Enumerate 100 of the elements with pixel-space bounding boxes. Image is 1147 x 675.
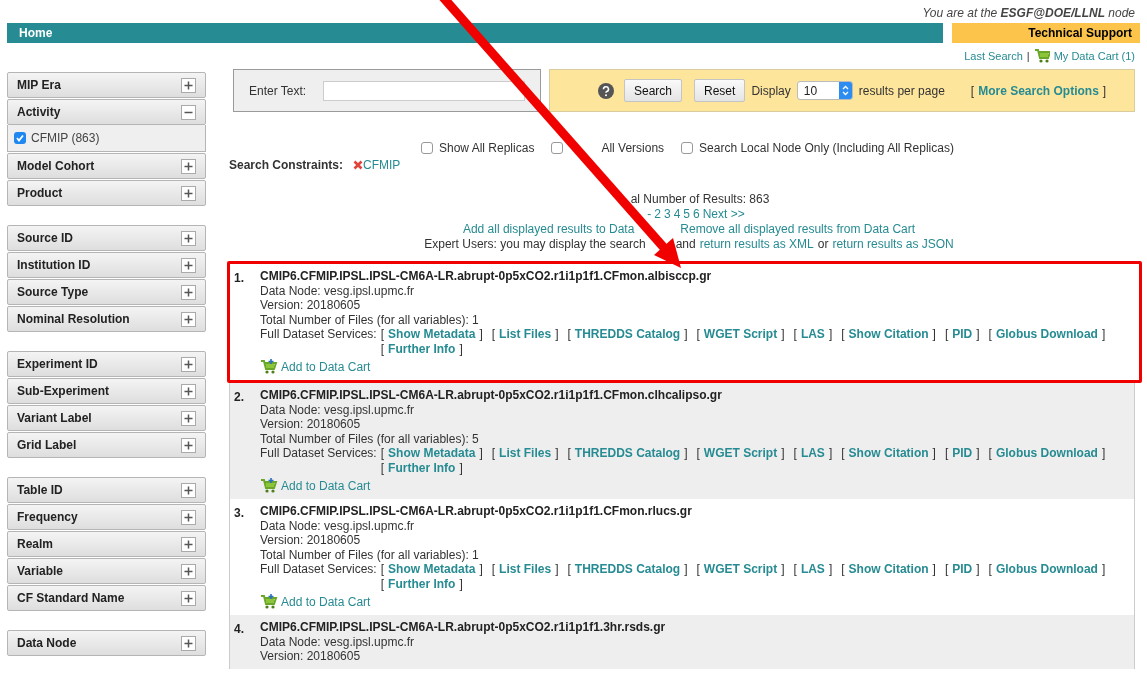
facet-header[interactable]: Product [7, 180, 206, 206]
facet-header[interactable]: Frequency [7, 504, 206, 530]
checkbox[interactable] [421, 142, 433, 154]
service-link[interactable]: Show Metadata [388, 562, 476, 577]
reset-button[interactable]: Reset [694, 79, 746, 102]
service-link[interactable]: Show Citation [848, 446, 929, 461]
home-link[interactable]: Home [19, 24, 53, 42]
dataset-title[interactable]: CMIP6.CFMIP.IPSL.IPSL-CM6A-LR.abrupt-0p5xCO2.r1i1p1f1.3hr.rsds.gr [260, 620, 666, 635]
dataset-title[interactable]: CMIP6.CFMIP.IPSL.IPSL-CM6A-LR.abrupt-0p5xCO2.r1i1p1f1.CFmon.clhcalipso.gr [260, 388, 1111, 403]
service-link[interactable]: Show Metadata [388, 327, 476, 342]
service-link[interactable]: THREDDS Catalog [574, 562, 681, 577]
bracket: [ [841, 446, 845, 461]
service-link[interactable]: THREDDS Catalog [574, 327, 681, 342]
page-link[interactable]: 4 [673, 207, 681, 222]
export-link[interactable]: return results as JSON [832, 237, 954, 252]
facet-header[interactable]: Variant Label [7, 405, 206, 431]
bracket: ] [932, 446, 936, 461]
facet-header[interactable]: Institution ID [7, 252, 206, 278]
service-link[interactable]: Further Info [388, 576, 456, 591]
service-link[interactable]: Show Metadata [388, 446, 476, 461]
collapse-icon [181, 104, 196, 120]
checkbox[interactable] [551, 142, 564, 154]
facet-header[interactable]: MIP Era [7, 72, 206, 98]
cart-action-link[interactable]: Add all displayed results to Data [462, 222, 665, 237]
checkbox[interactable] [14, 132, 26, 144]
bracket: ] [1101, 327, 1106, 342]
facet-header[interactable]: Sub-Experiment [7, 378, 206, 404]
facet-header[interactable]: Source Type [7, 279, 206, 305]
checkbox[interactable] [681, 142, 694, 154]
constraint-link[interactable]: CFMIP [353, 156, 401, 174]
dataset-title[interactable]: CMIP6.CFMIP.IPSL.IPSL-CM6A-LR.abrupt-0p5xCO2.r1i1p1f1.CFmon.rlucs.gr [260, 504, 1111, 519]
technical-support-link[interactable]: Technical Support [952, 23, 1140, 43]
bracket: ] [555, 562, 559, 577]
data-cart-link[interactable]: My Data Cart (1) [1053, 47, 1135, 65]
service-link[interactable]: THREDDS Catalog [574, 446, 681, 461]
facet-header[interactable]: Model Cohort [7, 153, 206, 179]
dataset-title[interactable]: CMIP6.CFMIP.IPSL.IPSL-CM6A-LR.abrupt-0p5xCO2.r1i1p1f1.CFmon.albisccp.gr [260, 269, 1111, 284]
service-link[interactable]: PID [952, 327, 973, 342]
facet-header[interactable]: Grid Label [7, 432, 206, 458]
service-link[interactable]: Further Info [388, 460, 456, 475]
page-link[interactable]: 6 [693, 207, 700, 222]
result-index: 2. [234, 389, 245, 406]
service-link[interactable]: PID [952, 446, 973, 461]
facet-header[interactable]: CF Standard Name [7, 585, 206, 611]
page-link[interactable]: 5 [683, 207, 690, 222]
service-link[interactable]: LAS [800, 446, 825, 461]
bracket: [ [380, 576, 385, 591]
cart-action-link[interactable]: Remove all displayed results from Data Cart [680, 222, 916, 237]
service-link[interactable]: WGET Script [703, 327, 778, 342]
bracket: [ [793, 562, 797, 577]
service-link[interactable]: PID [952, 562, 973, 577]
facet-option[interactable]: CFMIP (863) [14, 129, 199, 147]
expand-icon [181, 410, 196, 426]
service-link[interactable]: Globus Download [995, 327, 1098, 342]
more-search-options-link[interactable]: More Search Options [978, 81, 1099, 100]
per-page-select[interactable]: 10 [796, 81, 853, 100]
service-link[interactable]: List Files [499, 327, 552, 342]
facet-header[interactable]: Variable [7, 558, 206, 584]
service-link[interactable]: Globus Download [995, 446, 1098, 461]
expand-icon [181, 509, 196, 525]
service-link[interactable]: Show Citation [848, 562, 929, 577]
expand-icon [181, 77, 196, 93]
facet-header[interactable]: Table ID [7, 477, 206, 503]
service-link[interactable]: LAS [800, 327, 825, 342]
service-link[interactable]: WGET Script [703, 446, 778, 461]
service-link[interactable]: List Files [499, 562, 552, 577]
search-field[interactable] [323, 80, 525, 101]
facet-header[interactable]: Experiment ID [7, 351, 206, 377]
service-link[interactable]: Globus Download [995, 562, 1098, 577]
page-link[interactable]: 2 [654, 207, 661, 222]
add-to-cart-link[interactable]: Add to Data Cart [260, 478, 1111, 494]
option-checkbox[interactable]: Show All Replicas [421, 139, 535, 157]
dataset-detail: Data Node: vesg.ipsl.upmc.fr [260, 634, 416, 649]
bracket: [ [380, 562, 385, 577]
expand-icon [181, 356, 196, 372]
services-label: Full Dataset Services: [260, 327, 377, 343]
option-checkbox[interactable]: Search Local Node Only (Including All Replicas) [681, 139, 954, 157]
service-link[interactable]: Further Info [388, 341, 456, 356]
bracket: ] [684, 327, 688, 342]
add-to-cart-link[interactable]: Add to Data Cart [260, 594, 1111, 610]
result-index: 4. [234, 621, 245, 638]
last-search-link[interactable]: Last Search [964, 47, 1023, 65]
option-checkbox[interactable]: All Versions [551, 139, 665, 157]
search-button[interactable]: Search [624, 79, 683, 102]
facet-header[interactable]: Source ID [7, 225, 206, 251]
separator: | [1026, 48, 1030, 64]
bracket: [ [793, 446, 797, 461]
add-to-cart-link[interactable]: Add to Data Cart [260, 359, 1111, 375]
service-link[interactable]: Show Citation [848, 327, 929, 342]
export-link[interactable]: return results as XML [699, 237, 814, 252]
next-link[interactable]: Next >> [702, 207, 745, 222]
facet-header[interactable]: Activity [7, 99, 206, 125]
page-link[interactable]: 3 [663, 207, 671, 222]
facet-header[interactable]: Nominal Resolution [7, 306, 206, 332]
service-link[interactable]: WGET Script [703, 562, 778, 577]
facet-header[interactable]: Data Node [7, 630, 206, 656]
facet-header[interactable]: Realm [7, 531, 206, 557]
service-link[interactable]: List Files [499, 446, 552, 461]
service-link[interactable]: LAS [800, 562, 825, 577]
bracket: [ [380, 446, 385, 461]
